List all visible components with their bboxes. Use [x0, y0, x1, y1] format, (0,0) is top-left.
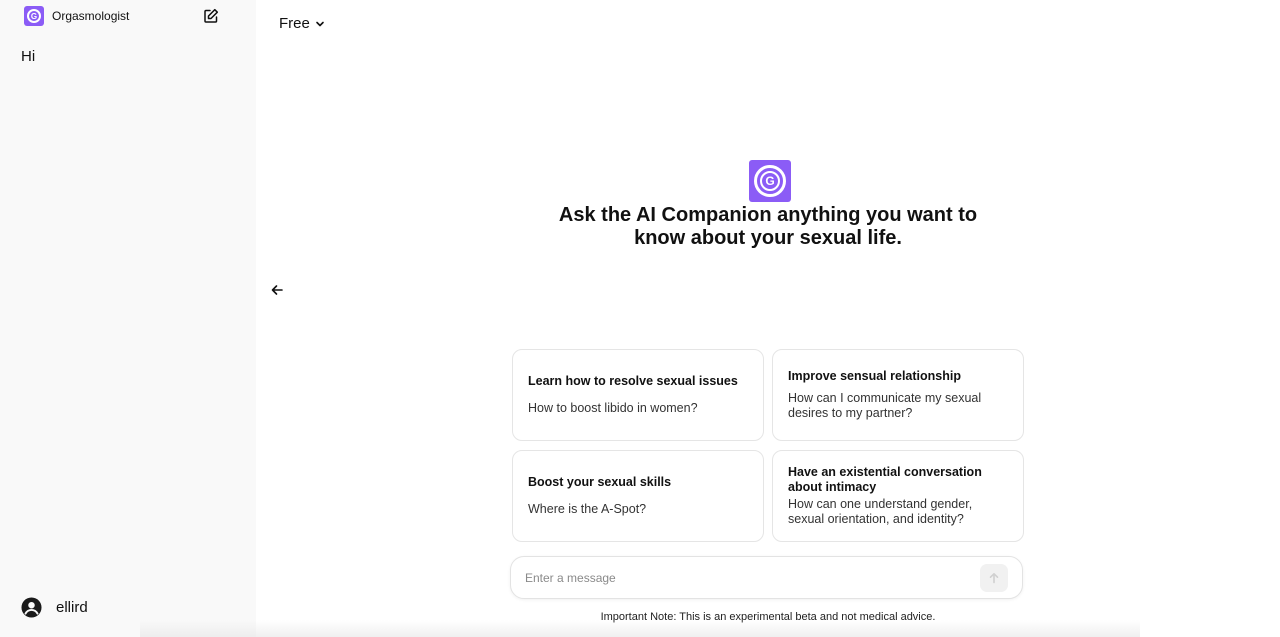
- model-label: Free: [279, 15, 310, 32]
- brand-name: Orgasmologist: [52, 9, 130, 23]
- suggestion-card[interactable]: Have an existential conversation about i…: [772, 450, 1024, 542]
- chevron-down-icon: [316, 21, 324, 26]
- user-name: ellird: [56, 599, 88, 616]
- message-composer: [510, 556, 1023, 599]
- arrow-left-icon: [271, 285, 283, 295]
- suggestion-prompt: How to boost libido in women?: [528, 401, 698, 415]
- send-button[interactable]: [980, 564, 1008, 592]
- hero-logo-icon: G: [749, 160, 791, 202]
- suggestion-prompt: How can I communicate my sexual desires …: [788, 391, 982, 420]
- user-circle-icon: [21, 597, 42, 618]
- disclaimer-note: Important Note: This is an experimental …: [600, 611, 936, 623]
- suggestion-card[interactable]: Boost your sexual skills Where is the A-…: [512, 450, 764, 542]
- sidebar: G Orgasmologist Hi ellird: [0, 0, 256, 637]
- suggestion-prompt: How can one understand gender, sexual or…: [788, 497, 973, 526]
- model-selector[interactable]: Free: [279, 15, 325, 32]
- suggestion-card[interactable]: Learn how to resolve sexual issues How t…: [512, 349, 764, 441]
- suggestion-card[interactable]: Improve sensual relationship How can I c…: [772, 349, 1024, 441]
- sidebar-chat-item[interactable]: Hi: [21, 48, 35, 65]
- brand[interactable]: G Orgasmologist: [24, 6, 224, 26]
- new-chat-button[interactable]: [203, 8, 219, 24]
- app-root: G Orgasmologist Hi ellird Free G Ask the…: [0, 0, 1280, 637]
- suggestion-grid: Learn how to resolve sexual issues How t…: [512, 349, 1024, 542]
- user-menu[interactable]: ellird: [21, 597, 88, 618]
- edit-icon: [204, 8, 219, 23]
- hero-title: Ask the AI Companion anything you want t…: [558, 204, 978, 249]
- suggestion-title: Boost your sexual skills: [528, 475, 672, 489]
- brand-logo-icon: G: [24, 6, 44, 26]
- suggestion-title: Have an existential conversation about i…: [788, 465, 982, 494]
- collapse-sidebar-button[interactable]: [270, 283, 284, 297]
- suggestion-title: Improve sensual relationship: [788, 369, 961, 383]
- arrow-up-icon: [989, 573, 999, 584]
- message-input[interactable]: [525, 569, 965, 587]
- suggestion-title: Learn how to resolve sexual issues: [528, 374, 738, 388]
- suggestion-prompt: Where is the A-Spot?: [528, 502, 647, 516]
